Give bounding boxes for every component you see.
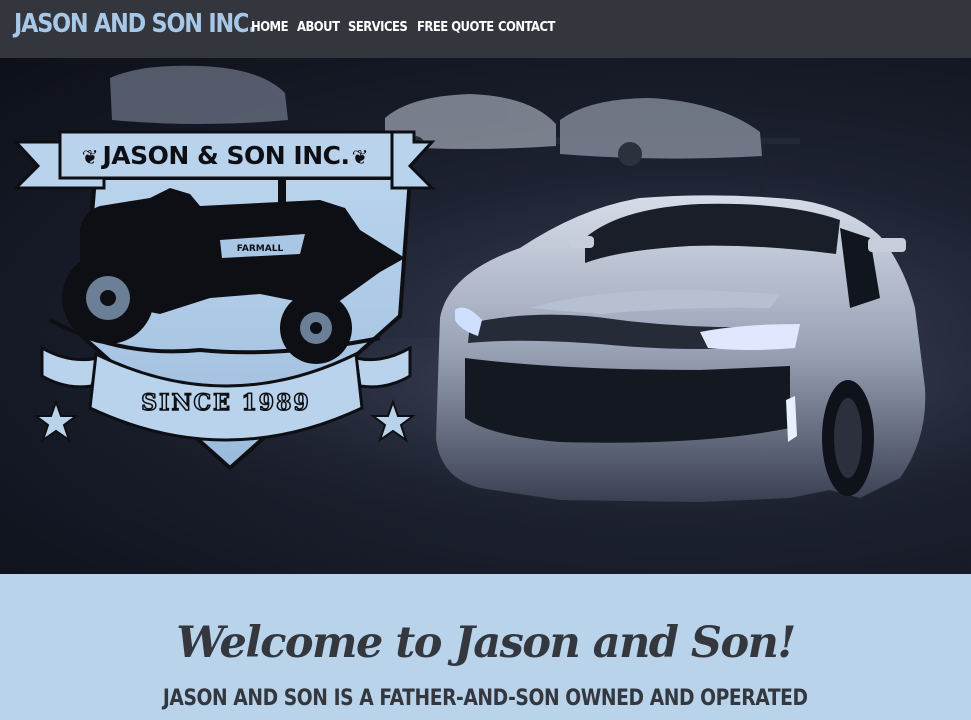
hero-banner: JASON & SON INC. ❦ ❦ FARMALL SINCE 1989 [0, 58, 971, 574]
fleur-right-icon: ❦ [352, 145, 369, 169]
brand-logo-text[interactable]: JASON AND SON INC. [14, 9, 257, 39]
nav-about-link[interactable]: ABOUT [297, 19, 341, 35]
welcome-subheading-text: JASON AND SON IS A FATHER-AND-SON OWNED … [163, 686, 808, 711]
welcome-subheading: JASON AND SON IS A FATHER-AND-SON OWNED … [0, 686, 971, 711]
nav-menu: HOME ABOUT SERVICES FREE QUOTE CONTACT [251, 19, 558, 35]
nav-free-quote-link[interactable]: FREE QUOTE [417, 19, 494, 35]
sports-car [436, 195, 926, 502]
fleur-left-icon: ❦ [82, 145, 99, 169]
tractor-brand-text: FARMALL [237, 244, 284, 254]
nav-home-link[interactable]: HOME [251, 19, 291, 35]
top-navbar: JASON AND SON INC. HOME ABOUT SERVICES F… [0, 0, 971, 58]
nav-services-link[interactable]: SERVICES [348, 19, 408, 35]
nav-contact-link[interactable]: CONTACT [498, 19, 555, 35]
logo-since-text: SINCE 1989 [141, 390, 310, 416]
hero-image: JASON & SON INC. ❦ ❦ FARMALL SINCE 1989 [0, 65, 971, 574]
welcome-heading: Welcome to Jason and Son! [176, 618, 796, 668]
logo-banner-text: JASON & SON INC. [101, 141, 350, 170]
welcome-section: Welcome to Jason and Son! JASON AND SON … [0, 574, 971, 720]
